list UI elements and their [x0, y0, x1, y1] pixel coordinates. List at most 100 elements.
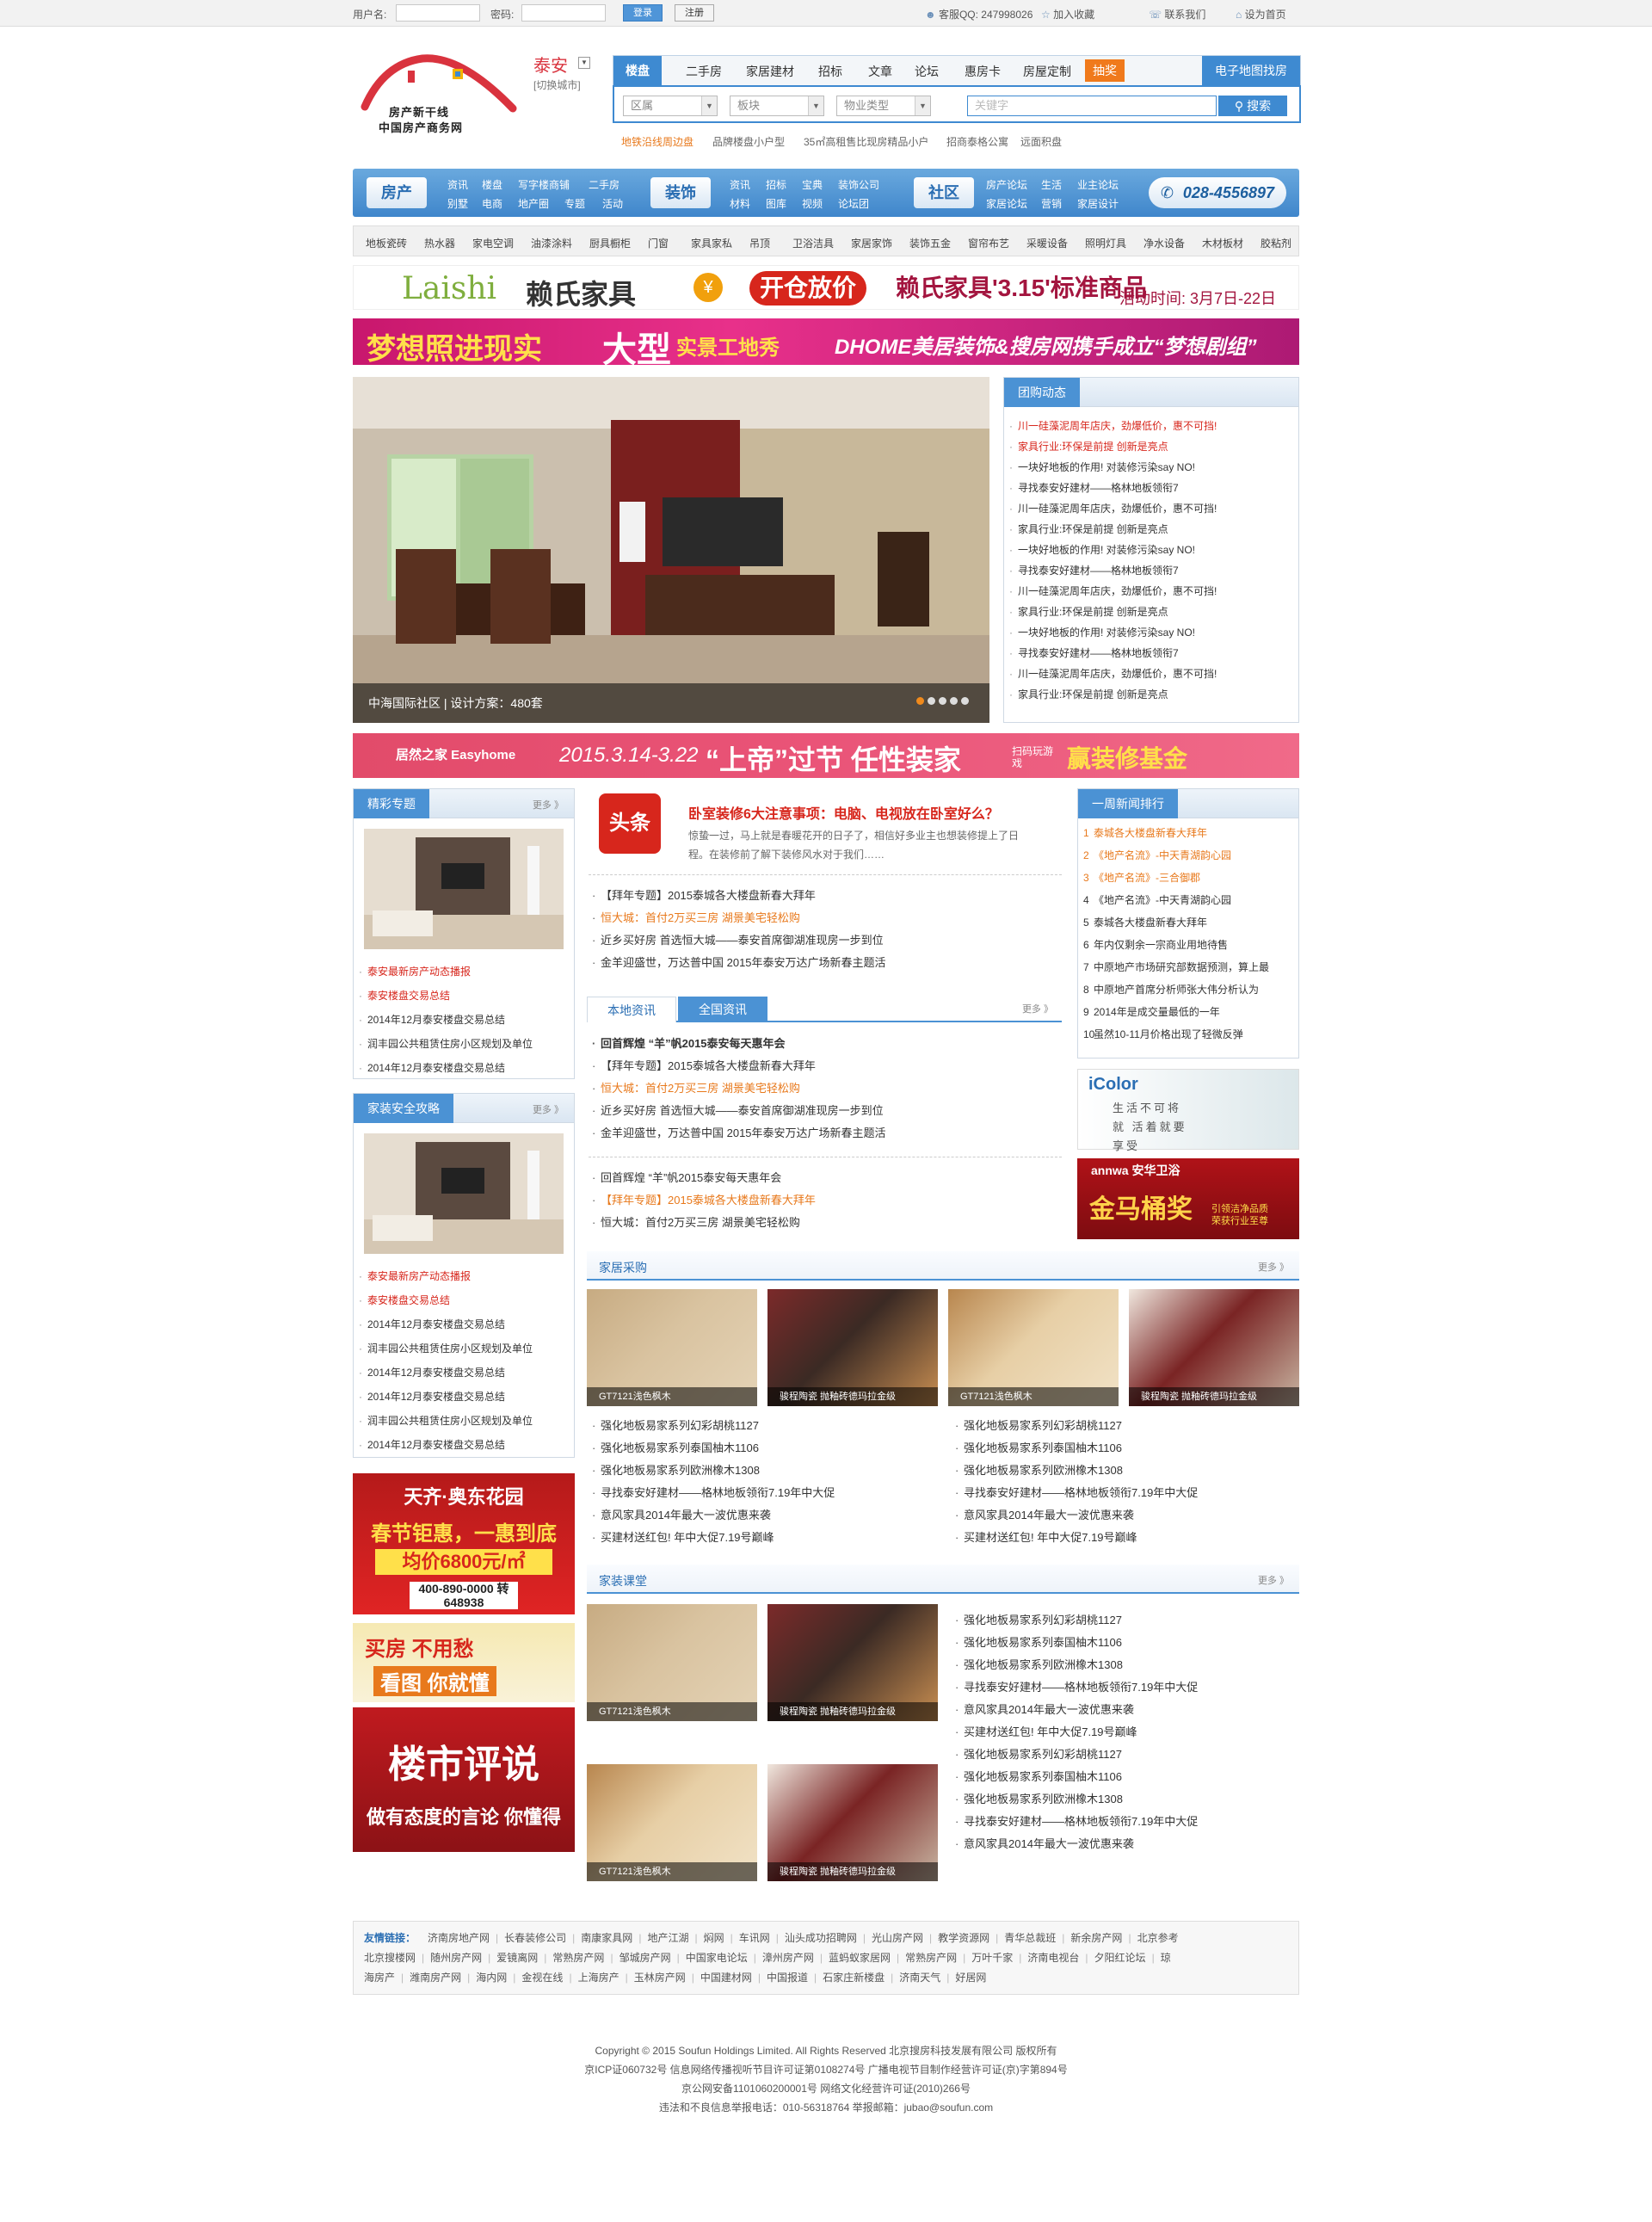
headline-title[interactable]: 卧室装修6大注意事项：电脑、电视放在卧室好么？ — [688, 802, 1067, 823]
friend-link[interactable]: 爱镜离网 — [496, 1952, 538, 1964]
list-item[interactable]: 寻找泰安好建材——格林地板领衔7 — [1004, 478, 1298, 498]
list-item[interactable]: 川一硅藻泥周年店庆，劲爆低价，惠不可挡! — [1004, 664, 1298, 684]
list-item[interactable]: 寻找泰安好建材——格林地板领衔7 — [1004, 643, 1298, 664]
nav-link[interactable]: 图库 — [766, 196, 786, 211]
nav-link[interactable]: 资讯 — [730, 177, 750, 192]
rank-item[interactable]: 3 《地产名流》-三合御郡 — [1078, 867, 1298, 889]
friend-link[interactable]: 济南天气 — [899, 1972, 940, 1984]
ad-market-review[interactable]: 楼市评说 做有态度的言论 你懂得 — [353, 1707, 575, 1852]
list-item[interactable]: 强化地板易家系列幻彩胡桃1127 — [950, 1744, 1303, 1766]
category-link[interactable]: 家居家饰 — [851, 236, 892, 250]
category-link[interactable]: 窗帘布艺 — [968, 236, 1009, 250]
more-link[interactable]: 更多 》 — [533, 798, 564, 812]
slide-dot[interactable] — [916, 697, 924, 705]
friend-link[interactable]: 邹城房产网 — [620, 1952, 671, 1964]
list-item[interactable]: 2014年12月泰安楼盘交易总结 — [354, 1433, 574, 1457]
rank-item[interactable]: 8 中原地产首席分析师张大伟分析认为 — [1078, 978, 1298, 1001]
slide-dot[interactable] — [961, 697, 969, 705]
category-link[interactable]: 门窗 — [648, 236, 669, 250]
rank-item[interactable]: 7 中原地产市场研究部数据预测，算上最 — [1078, 956, 1298, 978]
list-item[interactable]: 泰安楼盘交易总结 — [354, 1288, 574, 1312]
category-link[interactable]: 装饰五金 — [909, 236, 951, 250]
list-item[interactable]: 强化地板易家系列欧洲橡木1308 — [950, 1460, 1303, 1482]
block-select[interactable]: 板块 ▼ — [730, 96, 824, 116]
list-item[interactable]: 2014年12月泰安楼盘交易总结 — [354, 1312, 574, 1336]
list-item[interactable]: 金羊迎盛世，万达普中国 2015年泰安万达广场新春主题活 — [587, 1122, 1060, 1145]
list-item[interactable]: 家具行业:环保是前提 创新是亮点 — [1004, 684, 1298, 705]
list-item[interactable]: 一块好地板的作用! 对装修污染say NO! — [1004, 622, 1298, 643]
product-thumb[interactable]: GT7121浅色枫木 — [587, 1764, 757, 1881]
nav-link[interactable]: 电商 — [482, 196, 502, 211]
nav-section-community[interactable]: 社区 — [914, 177, 974, 208]
friend-link[interactable]: 琼 — [1161, 1952, 1171, 1964]
list-item[interactable]: 一块好地板的作用! 对装修污染say NO! — [1004, 540, 1298, 560]
product-thumb[interactable]: 骏程陶瓷 抛釉砖德玛拉金级 — [767, 1289, 938, 1406]
list-item[interactable]: 润丰园公共租赁住房小区规划及单位 — [354, 1336, 574, 1361]
more-link[interactable]: 更多 》 — [1022, 1002, 1053, 1015]
list-item[interactable]: 川一硅藻泥周年店庆，劲爆低价，惠不可挡! — [1004, 416, 1298, 436]
feature-image[interactable] — [364, 829, 564, 949]
rank-item[interactable]: 5 泰城各大楼盘新春大拜年 — [1078, 911, 1298, 934]
category-link[interactable]: 厨具橱柜 — [589, 236, 631, 250]
nav-link[interactable]: 视频 — [802, 196, 823, 211]
list-item[interactable]: 2014年12月泰安楼盘交易总结 — [354, 1056, 574, 1080]
tab-dingzhi[interactable]: 房屋定制 — [1023, 63, 1071, 80]
friend-link[interactable]: 北京参考 — [1137, 1932, 1179, 1944]
list-item[interactable]: 强化地板易家系列幻彩胡桃1127 — [950, 1609, 1303, 1632]
tab-national-news[interactable]: 全国资讯 — [678, 997, 767, 1022]
list-item[interactable]: 恒大城：首付2万买三房 湖景美宅轻松购 — [587, 1212, 1060, 1234]
nav-link[interactable]: 资讯 — [447, 177, 468, 192]
list-item[interactable]: 恒大城：首付2万买三房 湖景美宅轻松购 — [587, 1077, 1060, 1100]
product-thumb[interactable]: GT7121浅色枫木 — [587, 1289, 757, 1406]
list-item[interactable]: 川一硅藻泥周年店庆，劲爆低价，惠不可挡! — [1004, 498, 1298, 519]
list-item[interactable]: 恒大城：首付2万买三房 湖景美宅轻松购 — [587, 907, 1060, 929]
add-favorite-link[interactable]: ☆ 加入收藏 — [1041, 7, 1094, 22]
nav-link[interactable]: 营销 — [1041, 196, 1062, 211]
friend-link[interactable]: 光山房产网 — [872, 1932, 923, 1944]
friend-link[interactable]: 地产江湖 — [647, 1932, 688, 1944]
friend-link[interactable]: 常熟房产网 — [905, 1952, 957, 1964]
rank-item[interactable]: 10 虽然10-11月价格出现了轻微反弹 — [1078, 1023, 1298, 1046]
list-item[interactable]: 意风家具2014年最大一波优惠来袭 — [950, 1699, 1303, 1721]
contact-link[interactable]: ☏ 联系我们 — [1149, 7, 1205, 22]
friend-link[interactable]: 教学资源网 — [938, 1932, 989, 1944]
friend-link[interactable]: 济南电视台 — [1027, 1952, 1079, 1964]
list-item[interactable]: 润丰园公共租赁住房小区规划及单位 — [354, 1409, 574, 1433]
site-logo[interactable]: 房产新干线 中国房产商务网 — [358, 46, 521, 141]
list-item[interactable]: 回首辉煌 “羊”帆2015泰安每天惠年会 — [587, 1167, 1060, 1189]
banner-dhome[interactable]: 梦想照进现实 大型 实景工地秀 DHOME美居装饰&搜房网携手成立“梦想剧组” — [353, 318, 1299, 369]
category-link[interactable]: 油漆涂料 — [531, 236, 572, 250]
nav-link[interactable]: 装饰公司 — [838, 177, 879, 192]
category-link[interactable]: 胶粘剂 — [1261, 236, 1291, 250]
friend-link[interactable]: 漳州房产网 — [762, 1952, 814, 1964]
rank-item[interactable]: 2 《地产名流》-中天青湖韵心园 — [1078, 844, 1298, 867]
nav-link[interactable]: 家居论坛 — [986, 196, 1027, 211]
category-link[interactable]: 卫浴洁具 — [792, 236, 834, 250]
password-input[interactable] — [521, 4, 606, 22]
category-link[interactable]: 家电空调 — [472, 236, 514, 250]
list-item[interactable]: 近乡买好房 首选恒大城——泰安首席御湖准现房一步到位 — [587, 929, 1060, 952]
set-homepage-link[interactable]: ⌂ 设为首页 — [1236, 7, 1286, 22]
product-thumb[interactable]: GT7121浅色枫木 — [948, 1289, 1119, 1406]
friend-link[interactable]: 青华总裁班 — [1004, 1932, 1056, 1944]
qq-service[interactable]: ☻ 客服QQ: 247998026 — [925, 7, 1032, 22]
friend-link[interactable]: 玉林房产网 — [634, 1972, 686, 1984]
friend-link[interactable]: 常熟房产网 — [552, 1952, 604, 1964]
friend-link[interactable]: 随州房产网 — [430, 1952, 482, 1964]
product-thumb[interactable]: 骏程陶瓷 抛釉砖德玛拉金级 — [1129, 1289, 1299, 1406]
nav-link[interactable]: 业主论坛 — [1077, 177, 1119, 192]
friend-link[interactable]: 石家庄新楼盘 — [823, 1972, 885, 1984]
nav-link[interactable]: 专题 — [564, 196, 585, 211]
nav-link[interactable]: 活动 — [602, 196, 623, 211]
rank-item[interactable]: 1 泰城各大楼盘新春大拜年 — [1078, 822, 1298, 844]
list-item[interactable]: 买建材送红包! 年中大促7.19号巅峰 — [587, 1527, 940, 1549]
list-item[interactable]: 家具行业:环保是前提 创新是亮点 — [1004, 436, 1298, 457]
category-link[interactable]: 采暖设备 — [1026, 236, 1068, 250]
friend-link[interactable]: 车讯网 — [739, 1932, 770, 1944]
list-item[interactable]: 寻找泰安好建材——格林地板领衔7 — [1004, 560, 1298, 581]
hero-slideshow[interactable]: 中海国际社区 | 设计方案：480套 — [353, 377, 989, 723]
friend-link[interactable]: 海房产 — [364, 1972, 395, 1984]
friend-link[interactable]: 万叶千家 — [971, 1952, 1013, 1964]
ad-icolor[interactable]: iColor 生活不可将就 活着就要享受 — [1077, 1069, 1299, 1152]
banner-easyhome[interactable]: 居然之家 Easyhome 2015.3.14-3.22 “上帝”过节 任性装家… — [353, 733, 1299, 778]
